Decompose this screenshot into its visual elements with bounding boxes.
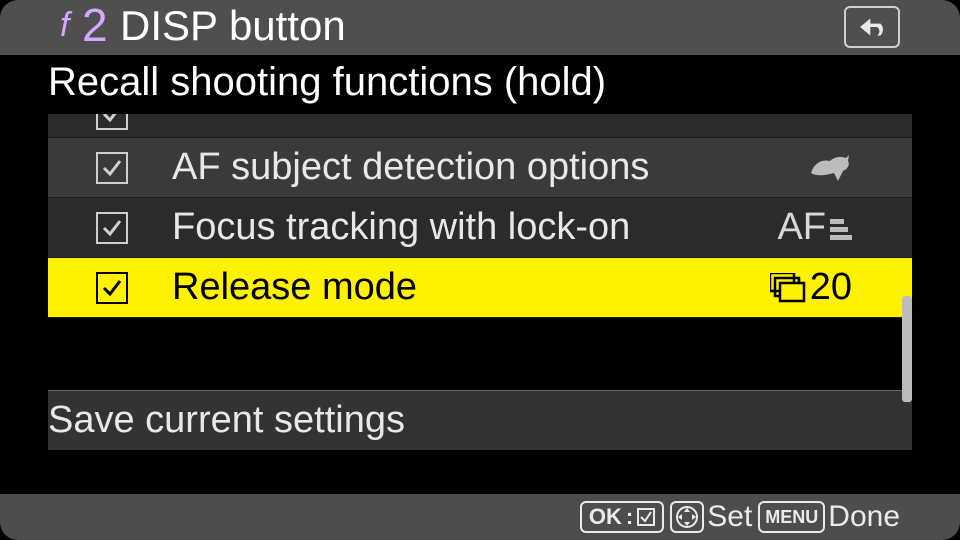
done-label: Done [828, 500, 900, 534]
check-in-box-icon [637, 508, 655, 526]
burst-number: 20 [810, 266, 852, 309]
checkbox-icon [96, 152, 128, 184]
list-item-focus-tracking[interactable]: Focus tracking with lock-on AF [48, 198, 912, 258]
list-item-value: AF [777, 206, 852, 249]
menu-subtitle: Recall shooting functions (hold) [48, 60, 606, 105]
bird-icon [808, 151, 852, 185]
list-item-release-mode[interactable]: Release mode 20 [48, 258, 912, 318]
hint-done: MENU Done [758, 500, 900, 534]
list-item-af-subject-detection[interactable]: AF subject detection options [48, 138, 912, 198]
checkbox-icon [96, 114, 128, 130]
list-item-label: Release mode [172, 266, 832, 309]
options-list: AF subject detection options Focus track… [48, 114, 912, 450]
list-item-partial[interactable] [48, 114, 912, 138]
menu-title: DISP button [120, 2, 346, 50]
set-label: Set [707, 500, 752, 534]
save-current-settings[interactable]: Save current settings [48, 390, 912, 450]
dpad-keycap [670, 501, 704, 533]
menu-header: f 2 DISP button [0, 0, 960, 55]
dpad-icon [675, 505, 699, 529]
list-item-value: 20 [770, 266, 852, 309]
checkbox-icon [96, 212, 128, 244]
hint-set: Set [670, 500, 752, 534]
save-label: Save current settings [48, 399, 405, 442]
list-gap [48, 318, 912, 390]
checkbox-icon [96, 272, 128, 304]
hint-ok-check: OK: [580, 501, 664, 533]
list-item-label: Focus tracking with lock-on [172, 206, 832, 249]
back-arrow-icon [855, 13, 889, 41]
scrollbar-thumb[interactable] [902, 296, 912, 402]
list-item-value [808, 151, 852, 185]
burst-icon [770, 273, 806, 303]
af-text: AF [777, 206, 826, 249]
menu-code-number: 2 [82, 0, 108, 52]
ok-keycap: OK: [580, 501, 664, 533]
bars-icon [830, 213, 852, 243]
back-button[interactable] [844, 6, 900, 48]
footer-hints: OK: Set MENU Done [0, 494, 960, 540]
list-item-label: AF subject detection options [172, 146, 832, 189]
menu-code-prefix: f [60, 6, 69, 45]
menu-keycap: MENU [758, 501, 825, 533]
